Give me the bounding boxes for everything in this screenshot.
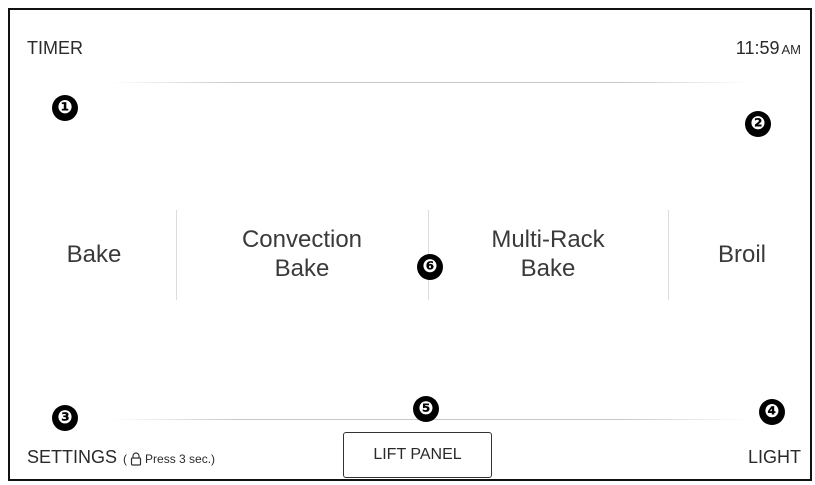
timer-button[interactable]: TIMER	[27, 38, 83, 59]
callout-3: ❸	[52, 405, 78, 431]
settings-label: SETTINGS	[27, 447, 118, 467]
mode-multi-rack-label-line1: Multi-Rack	[491, 226, 605, 254]
callout-4: ❹	[759, 399, 785, 425]
callout-6: ❻	[417, 254, 443, 280]
mode-bake-label: Bake	[66, 240, 122, 268]
settings-hint: ( Press 3 sec.)	[123, 452, 215, 466]
lift-panel-button[interactable]: LIFT PANEL	[343, 432, 492, 478]
lock-icon	[130, 452, 142, 466]
callout-2: ❷	[745, 111, 771, 137]
mode-multi-rack-bake-button[interactable]: Multi-Rack Bake	[428, 210, 668, 300]
light-button[interactable]: LIGHT	[748, 447, 801, 468]
clock-ampm: AM	[781, 42, 802, 57]
clock-time: 11:59	[735, 38, 780, 58]
top-divider	[110, 82, 750, 83]
oven-control-panel: TIMER 11:59 AM Bake Convection Bake Multi…	[8, 8, 812, 481]
settings-hint-open: (	[123, 452, 128, 466]
callout-1: ❶	[52, 95, 78, 121]
mode-convection-label-line1: Convection	[241, 226, 363, 254]
mode-convection-label-line2: Bake	[274, 255, 330, 282]
mode-broil-button[interactable]: Broil	[668, 210, 815, 300]
callout-5: ❺	[413, 396, 439, 422]
clock-display: 11:59 AM	[736, 38, 801, 59]
mode-broil-label: Broil	[717, 240, 766, 268]
mode-bake-button[interactable]: Bake	[12, 210, 176, 300]
settings-hint-text: Press 3 sec.)	[145, 452, 216, 466]
settings-button[interactable]: SETTINGS ( Press 3 sec.)	[27, 447, 215, 468]
mode-multi-rack-label-line2: Bake	[520, 255, 576, 282]
mode-convection-bake-button[interactable]: Convection Bake	[176, 210, 428, 300]
